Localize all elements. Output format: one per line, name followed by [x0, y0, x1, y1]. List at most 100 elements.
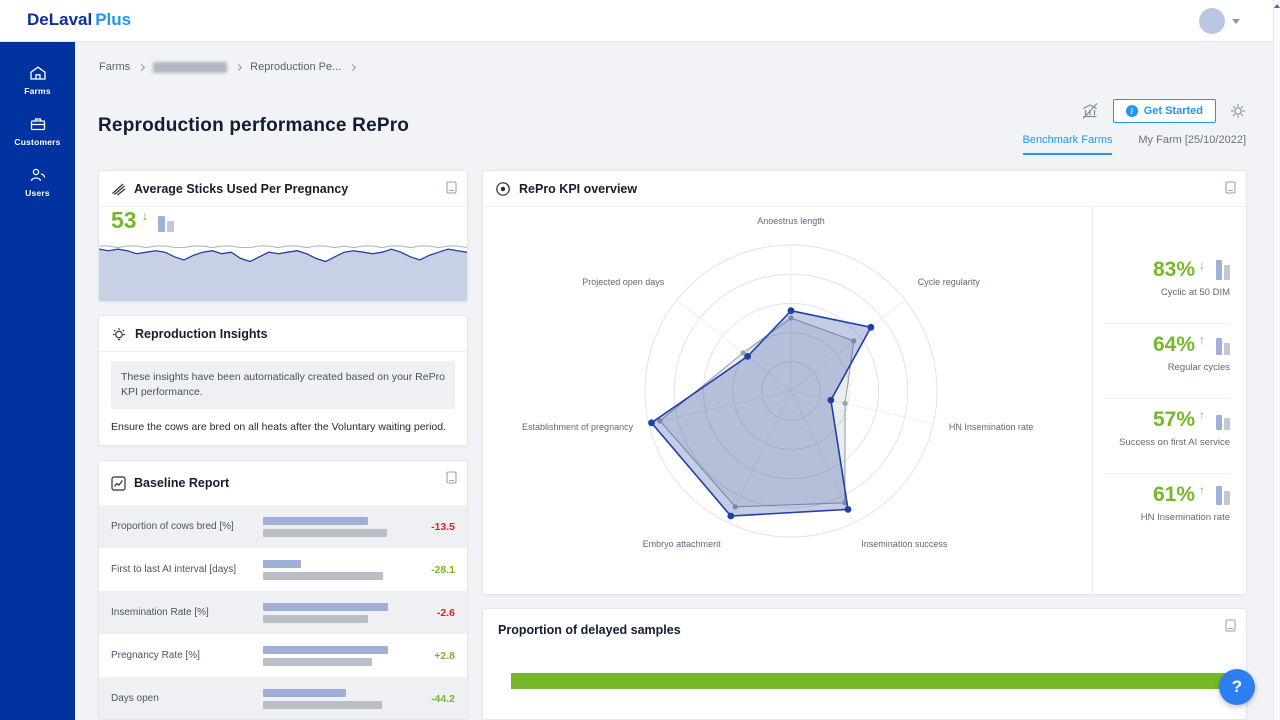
chevron-right-icon — [349, 63, 356, 70]
brand-primary: DeLaval — [27, 10, 92, 29]
delayed-samples-title: Proportion of delayed samples — [498, 623, 681, 637]
info-icon: i — [1126, 105, 1138, 117]
baseline-rows: Proportion of cows bred [%] -13.5 First … — [99, 505, 467, 720]
delayed-samples-bar — [511, 673, 1245, 689]
baseline-benchmark-bar — [263, 572, 383, 580]
baseline-row-label: First to last AI interval [days] — [111, 563, 263, 577]
breadcrumb-item-current[interactable]: Reproduction Pe... — [250, 61, 341, 73]
baseline-farm-bar — [263, 689, 346, 697]
baseline-card-header: Baseline Report — [99, 461, 467, 505]
brand-secondary: Plus — [95, 10, 131, 29]
user-menu[interactable] — [1199, 8, 1240, 34]
briefcase-icon — [29, 115, 47, 133]
radar-card-header: RePro KPI overview — [483, 171, 1246, 207]
svg-text:Cycle regularity: Cycle regularity — [918, 277, 981, 287]
gear-icon[interactable] — [1230, 103, 1246, 119]
avatar[interactable] — [1199, 8, 1225, 34]
benchmark-icon[interactable] — [1081, 102, 1099, 120]
baseline-farm-bar — [263, 646, 388, 654]
kpi-value-row: 57% ↑ — [1105, 409, 1230, 430]
topbar: DeLavalPlus — [0, 0, 1280, 42]
kpi-benchmark-bar — [1224, 343, 1230, 355]
baseline-card-title: Baseline Report — [134, 476, 229, 490]
baseline-row-label: Pregnancy Rate [%] — [111, 649, 263, 663]
sidebar-item-users[interactable]: Users — [0, 156, 75, 207]
brand-logo[interactable]: DeLavalPlus — [27, 10, 131, 30]
insights-card: Reproduction Insights These insights hav… — [98, 315, 468, 446]
baseline-row-bars — [263, 517, 391, 537]
insight-bulb-icon — [111, 326, 127, 342]
baseline-row-bars — [263, 646, 391, 666]
kpi-item: 64% ↑ Regular cycles — [1105, 324, 1230, 399]
kpi-label: Success on first AI service — [1105, 437, 1230, 448]
kpi-value: 64% — [1153, 334, 1195, 355]
baseline-row-label: Days open — [111, 692, 263, 706]
insight-auto-note: These insights have been automatically c… — [111, 361, 455, 409]
baseline-benchmark-bar — [263, 701, 382, 709]
tab-benchmark-farms[interactable]: Benchmark Farms — [1023, 134, 1113, 155]
sticks-card-title: Average Sticks Used Per Pregnancy — [134, 182, 348, 196]
kpi-value-row: 61% ↑ — [1105, 484, 1230, 505]
tab-my-farm[interactable]: My Farm [25/10/2022] — [1138, 134, 1246, 155]
kpi-farm-bar — [1216, 338, 1222, 355]
kpi-trend-arrow: ↑ — [1199, 408, 1205, 422]
sticks-card-header: Average Sticks Used Per Pregnancy — [99, 171, 467, 207]
help-button[interactable]: ? — [1219, 669, 1255, 705]
kpi-bars-icon — [1216, 338, 1230, 355]
tabs: Benchmark Farms My Farm [25/10/2022] — [1023, 134, 1246, 155]
kpi-value: 57% — [1153, 409, 1195, 430]
sticks-trend-chart — [99, 239, 467, 302]
baseline-row: Proportion of cows bred [%] -13.5 — [99, 505, 467, 548]
kpi-farm-bar — [1216, 415, 1222, 430]
page-title: Reproduction performance RePro — [98, 115, 409, 137]
kpi-label: HN Insemination rate — [1105, 512, 1230, 523]
sidebar-item-farms[interactable]: Farms — [0, 54, 75, 105]
baseline-row-delta: -28.1 — [391, 564, 455, 576]
kpi-item: 57% ↑ Success on first AI service — [1105, 399, 1230, 474]
kpi-bars-icon — [1216, 260, 1230, 280]
svg-text:Anoestrus length: Anoestrus length — [757, 216, 825, 226]
kpi-value-row: 83% ↓ — [1105, 259, 1230, 280]
kpi-overview-icon — [495, 181, 511, 197]
sidebar-item-label: Farms — [24, 86, 51, 96]
breadcrumb-item-farm-name[interactable] — [153, 62, 227, 73]
kpi-farm-bar — [1216, 260, 1222, 280]
chevron-right-icon — [235, 63, 242, 70]
report-icon[interactable] — [446, 471, 457, 484]
scrollbar[interactable] — [1273, 0, 1280, 720]
baseline-row-delta: -2.6 — [391, 607, 455, 619]
kpi-panel: 83% ↓ Cyclic at 50 DIM 64% ↑ Regular cyc… — [1092, 207, 1246, 594]
sidebar: Farms Customers Users — [0, 42, 75, 720]
kpi-trend-arrow: ↑ — [1199, 333, 1205, 347]
kpi-bars-icon — [1216, 415, 1230, 430]
svg-text:Projected open days: Projected open days — [582, 277, 665, 287]
kpi-trend-arrow: ↑ — [1199, 483, 1205, 497]
trend-down-icon: ↓ — [142, 208, 149, 223]
baseline-farm-bar — [263, 517, 368, 525]
chevron-down-icon[interactable] — [1232, 19, 1240, 24]
report-icon[interactable] — [1225, 181, 1236, 194]
report-icon[interactable] — [1225, 619, 1236, 632]
radar-chart: Anoestrus length Cycle regularity HN Insem… — [483, 207, 1093, 595]
breadcrumb-item-farms[interactable]: Farms — [99, 61, 130, 73]
svg-text:HN Insemination rate: HN Insemination rate — [949, 422, 1034, 432]
get-started-label: Get Started — [1144, 105, 1203, 117]
kpi-benchmark-bar — [1224, 491, 1230, 505]
report-icon[interactable] — [446, 181, 457, 194]
kpi-bars-icon — [1216, 486, 1230, 505]
radar-card-title: RePro KPI overview — [519, 182, 637, 196]
get-started-button[interactable]: i Get Started — [1113, 99, 1216, 123]
baseline-card: Baseline Report Proportion of cows bred … — [98, 460, 468, 720]
baseline-benchmark-bar — [263, 658, 372, 666]
baseline-benchmark-bar — [263, 615, 368, 623]
insights-card-title: Reproduction Insights — [135, 327, 268, 341]
baseline-row-bars — [263, 689, 391, 709]
sidebar-item-customers[interactable]: Customers — [0, 105, 75, 156]
svg-text:Insemination success: Insemination success — [861, 539, 948, 549]
baseline-row-delta: -44.2 — [391, 693, 455, 705]
chart-line-icon — [111, 476, 126, 491]
kpi-value: 61% — [1153, 484, 1195, 505]
kpi-benchmark-bar — [1224, 265, 1230, 280]
insight-message: Ensure the cows are bred on all heats af… — [111, 420, 455, 435]
users-icon — [29, 166, 47, 184]
